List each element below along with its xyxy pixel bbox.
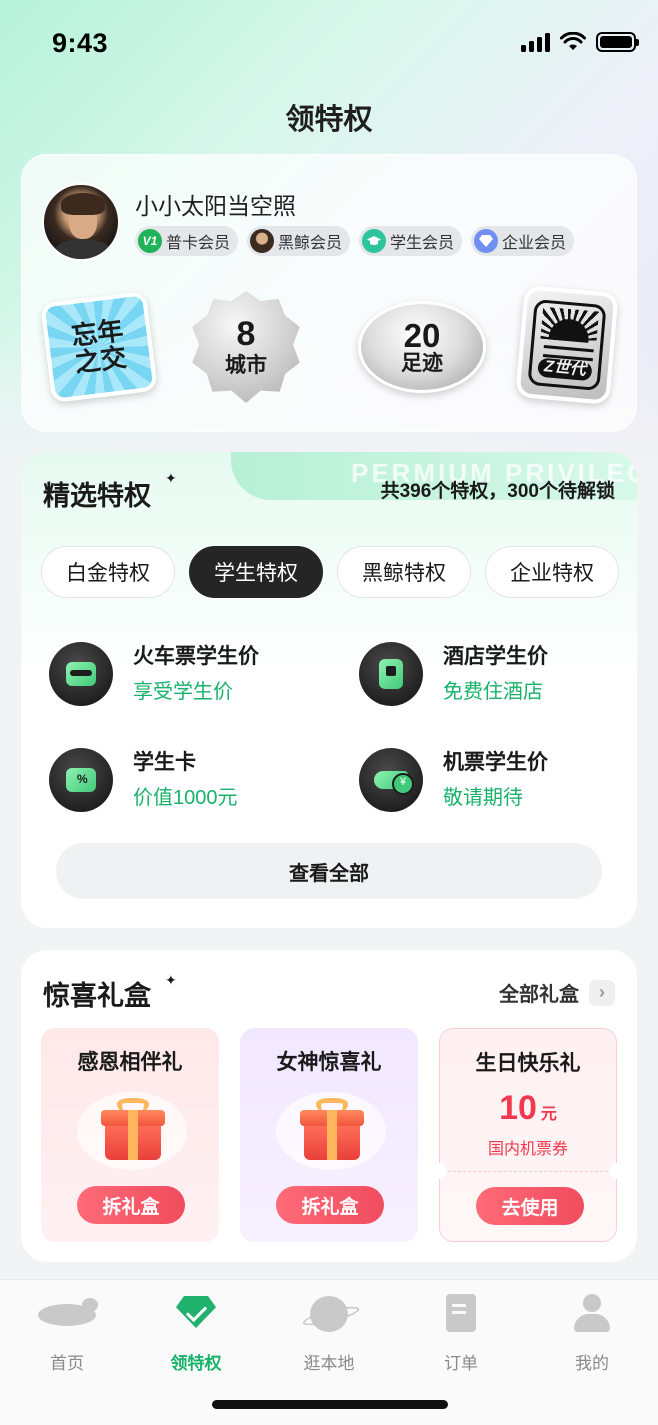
sticker-number: 8 bbox=[236, 315, 256, 354]
tab-black-whale[interactable]: 黑鲸特权 bbox=[337, 546, 471, 598]
badge-enterprise-member[interactable]: 企业会员 bbox=[471, 226, 575, 256]
v1-icon: V1 bbox=[138, 229, 162, 253]
coupon-value: 10 bbox=[499, 1089, 537, 1127]
status-time: 9:43 bbox=[52, 28, 109, 58]
gift-title: 生日快乐礼 bbox=[475, 1052, 581, 1075]
train-icon bbox=[49, 642, 113, 706]
gifts-title: 惊喜礼盒 bbox=[43, 974, 151, 1017]
coupon-divider bbox=[448, 1171, 608, 1172]
privilege-subtitle: 免费住酒店 bbox=[443, 681, 543, 703]
nav-label: 领特权 bbox=[170, 1354, 222, 1373]
privilege-tabs: 白金特权 学生特权 黑鲸特权 企业特权 bbox=[41, 546, 619, 598]
privilege-name: 学生卡 bbox=[133, 751, 196, 774]
badge-label: 学生会员 bbox=[390, 235, 455, 252]
badge-label: 黑鲸会员 bbox=[278, 235, 343, 252]
order-document-icon bbox=[438, 1294, 484, 1332]
view-all-button[interactable]: 查看全部 bbox=[56, 843, 602, 899]
home-indicator[interactable] bbox=[212, 1400, 448, 1409]
tab-student[interactable]: 学生特权 bbox=[189, 546, 323, 598]
gift-box-birthday-coupon[interactable]: 生日快乐礼 10 元 国内机票券 去使用 bbox=[432, 1028, 624, 1242]
sticker-text: 城市 bbox=[225, 353, 267, 377]
avatar[interactable] bbox=[42, 183, 120, 261]
membership-badges: V1 普卡会员 黑鲸会员 学生会员 企业会员 bbox=[135, 226, 575, 256]
student-card-icon bbox=[49, 748, 113, 812]
sticker-footprints[interactable]: 20 足迹 bbox=[358, 301, 486, 393]
sticker-gen-z[interactable]: Z世代 bbox=[515, 285, 619, 405]
planet-icon bbox=[306, 1294, 352, 1332]
hotel-icon bbox=[359, 642, 423, 706]
sticker-cities[interactable]: 8 城市 bbox=[192, 291, 300, 403]
coupon-amount: 10 元 bbox=[440, 1089, 616, 1128]
nav-me[interactable]: 我的 bbox=[542, 1294, 642, 1374]
gift-box-icon bbox=[77, 1088, 187, 1174]
black-whale-icon bbox=[250, 229, 275, 253]
privilege-subtitle: 价值1000元 bbox=[133, 787, 238, 809]
badge-label: 普卡会员 bbox=[166, 235, 231, 252]
nav-privileges[interactable]: 领特权 bbox=[146, 1294, 246, 1374]
sticker-text: Z世代 bbox=[537, 357, 593, 382]
coupon-unit: 元 bbox=[540, 1106, 557, 1123]
sticker-text: 之交 bbox=[72, 341, 129, 378]
nav-orders[interactable]: 订单 bbox=[411, 1294, 511, 1374]
selected-privileges-card: PERMIUM PRIVILEGE 精选特权 ✦ 共396个特权，300个待解锁… bbox=[21, 452, 637, 928]
surprise-gift-card: 惊喜礼盒 ✦ 全部礼盒 › 感恩相伴礼 拆礼盒 女神惊喜礼 拆礼盒 生日快乐礼 … bbox=[21, 950, 637, 1262]
plane-ticket-icon bbox=[359, 748, 423, 812]
status-bar: 9:43 bbox=[0, 0, 658, 90]
privilege-count: 共396个特权，300个待解锁 bbox=[380, 481, 615, 502]
badge-label: 企业会员 bbox=[502, 235, 567, 252]
privilege-subtitle: 享受学生价 bbox=[133, 681, 233, 703]
cellular-signal-icon bbox=[521, 32, 550, 52]
all-gift-boxes-link[interactable]: 全部礼盒 › bbox=[499, 978, 615, 1007]
wifi-icon bbox=[560, 32, 586, 50]
diamond-icon bbox=[474, 229, 499, 253]
privilege-item-student-card[interactable]: 学生卡 价值1000元 bbox=[41, 744, 321, 814]
sparkle-icon: ✦ bbox=[165, 470, 177, 486]
username: 小小太阳当空照 bbox=[135, 193, 296, 219]
open-gift-button[interactable]: 拆礼盒 bbox=[77, 1186, 185, 1224]
use-coupon-button[interactable]: 去使用 bbox=[476, 1187, 584, 1225]
user-icon bbox=[569, 1294, 615, 1332]
privilege-name: 火车票学生价 bbox=[133, 645, 259, 668]
gift-title: 感恩相伴礼 bbox=[77, 1051, 183, 1074]
nav-local[interactable]: 逛本地 bbox=[279, 1294, 379, 1374]
nav-label: 订单 bbox=[444, 1354, 478, 1373]
achievement-stickers: 忘年 之交 8 城市 20 足迹 Z世代 bbox=[40, 285, 622, 410]
coupon-description: 国内机票券 bbox=[487, 1141, 568, 1158]
nav-label: 我的 bbox=[575, 1354, 609, 1373]
badge-regular-member[interactable]: V1 普卡会员 bbox=[135, 226, 239, 256]
page-title: 领特权 bbox=[285, 104, 373, 136]
tab-enterprise[interactable]: 企业特权 bbox=[485, 546, 619, 598]
sticker-text: 足迹 bbox=[401, 352, 443, 376]
gift-box-icon bbox=[276, 1088, 386, 1174]
battery-icon bbox=[596, 32, 639, 52]
privilege-name: 机票学生价 bbox=[443, 751, 548, 774]
profile-card: 小小太阳当空照 V1 普卡会员 黑鲸会员 学生会员 企业会员 忘年 之交 8 城… bbox=[21, 154, 637, 432]
privilege-subtitle: 敬请期待 bbox=[443, 787, 523, 809]
badge-student-member[interactable]: 学生会员 bbox=[359, 226, 463, 256]
privilege-item-plane[interactable]: 机票学生价 敬请期待 bbox=[351, 744, 631, 814]
open-gift-button[interactable]: 拆礼盒 bbox=[276, 1186, 384, 1224]
privilege-diamond-icon bbox=[174, 1294, 218, 1329]
privilege-item-train[interactable]: 火车票学生价 享受学生价 bbox=[41, 638, 321, 708]
nav-label: 首页 bbox=[50, 1354, 84, 1373]
badge-black-whale-member[interactable]: 黑鲸会员 bbox=[247, 226, 351, 256]
gift-box-goddess[interactable]: 女神惊喜礼 拆礼盒 bbox=[240, 1028, 418, 1242]
sticker-number: 20 bbox=[403, 316, 441, 354]
privilege-item-hotel[interactable]: 酒店学生价 免费住酒店 bbox=[351, 638, 631, 708]
gift-box-gratitude[interactable]: 感恩相伴礼 拆礼盒 bbox=[41, 1028, 219, 1242]
student-cap-icon bbox=[362, 229, 387, 253]
sticker-forgotten-age-friends[interactable]: 忘年 之交 bbox=[40, 290, 158, 404]
privileges-title: 精选特权 bbox=[43, 474, 151, 517]
nav-home[interactable]: 首页 bbox=[17, 1294, 117, 1374]
gift-title: 女神惊喜礼 bbox=[276, 1051, 382, 1074]
status-icons bbox=[521, 32, 639, 52]
sparkle-icon: ✦ bbox=[165, 972, 177, 988]
privilege-name: 酒店学生价 bbox=[443, 645, 548, 668]
blimp-home-icon bbox=[38, 1294, 98, 1329]
tab-platinum[interactable]: 白金特权 bbox=[41, 546, 175, 598]
nav-label: 逛本地 bbox=[303, 1354, 355, 1373]
chevron-right-icon: › bbox=[589, 979, 615, 1006]
